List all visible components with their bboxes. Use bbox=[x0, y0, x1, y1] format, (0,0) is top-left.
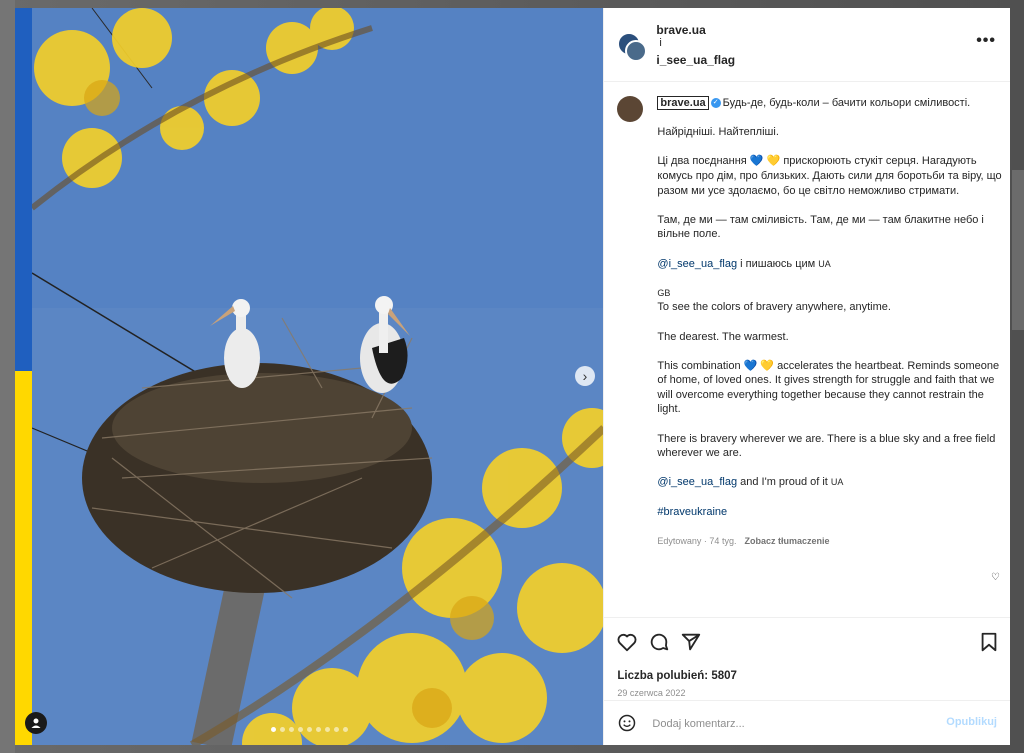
carousel-dot bbox=[289, 727, 294, 732]
share-icon[interactable] bbox=[680, 631, 702, 653]
likes-count[interactable]: Liczba polubień: 5807 bbox=[617, 670, 997, 682]
heart-emojis: 💙 💛 bbox=[749, 155, 781, 168]
caption-paragraph: Найрідніші. Найтепліші. bbox=[657, 126, 779, 139]
caption-paragraph: There is bravery wherever we are. There … bbox=[657, 432, 996, 460]
more-horizontal-icon[interactable]: ••• bbox=[976, 32, 996, 50]
post-header: brave.ua i i_see_ua_flag ••• bbox=[604, 8, 1010, 82]
carousel-dot bbox=[280, 727, 285, 732]
carousel-dot bbox=[343, 727, 348, 732]
post-photo[interactable]: › bbox=[15, 8, 604, 745]
caption-text: This combination bbox=[657, 359, 741, 372]
like-comment-icon[interactable]: ♡ bbox=[991, 572, 1000, 583]
caption-paragraph: Там, де ми — там сміливість. Там, де ми … bbox=[657, 213, 984, 241]
comment-icon[interactable] bbox=[648, 631, 670, 653]
caption-line: Будь-де, будь-коли – бачити кольори сміл… bbox=[722, 97, 971, 109]
caption-text: і пишаюсь цим bbox=[740, 257, 816, 270]
carousel-dot bbox=[298, 727, 303, 732]
carousel-dots bbox=[271, 727, 348, 732]
emoji-icon[interactable] bbox=[617, 713, 637, 733]
flag-yellow bbox=[15, 371, 32, 745]
post-date: 29 czerwca 2022 bbox=[617, 688, 686, 698]
hashtag-link[interactable]: #braveukraine bbox=[657, 506, 727, 518]
comment-input[interactable] bbox=[650, 712, 935, 736]
carousel-dot bbox=[334, 727, 339, 732]
flag-gb-label: GB bbox=[657, 287, 671, 298]
caption-text: Ці два поєднання bbox=[657, 155, 747, 168]
like-heart-icon[interactable] bbox=[616, 631, 638, 653]
flag-ua-label: UA bbox=[830, 477, 844, 488]
account-name[interactable]: brave.ua bbox=[656, 23, 705, 37]
mention-link[interactable]: @i_see_ua_flag bbox=[657, 476, 737, 488]
likes-section: Liczba polubień: 5807 29 czerwca 2022 bbox=[604, 670, 1010, 700]
flag-blue bbox=[15, 8, 32, 371]
caption: brave.ua ✓ Будь-де, будь-коли – бачити кол… bbox=[657, 96, 1002, 548]
post-modal: › brave.ua i i_see_ua_flag ••• brave.ua … bbox=[15, 8, 1010, 745]
mention-link[interactable]: @i_see_ua_flag bbox=[657, 258, 737, 270]
account-name[interactable]: i_see_ua_flag bbox=[656, 53, 735, 67]
background-tile bbox=[1012, 170, 1024, 330]
next-image-button[interactable]: › bbox=[575, 366, 595, 386]
caption-text: and I'm proud of it bbox=[740, 476, 828, 489]
caption-paragraph: The dearest. The warmest. bbox=[657, 330, 789, 343]
carousel-dot bbox=[316, 727, 321, 732]
heart-emojis: 💙 💛 bbox=[743, 359, 775, 372]
avatar[interactable] bbox=[625, 40, 648, 62]
caption-username[interactable]: brave.ua bbox=[657, 96, 709, 110]
storks-nest-image bbox=[32, 8, 604, 745]
avatar[interactable] bbox=[617, 96, 644, 122]
translate-link[interactable]: Zobacz tłumaczenie bbox=[744, 536, 829, 546]
publish-button[interactable]: Opublikuj bbox=[946, 716, 997, 728]
caption-meta: Edytowany · 74 tyg. Zobacz tłumaczenie bbox=[657, 534, 1002, 549]
save-bookmark-icon[interactable] bbox=[978, 631, 1000, 653]
carousel-dot bbox=[307, 727, 312, 732]
caption-paragraph: To see the colors of bravery anywhere, a… bbox=[657, 301, 891, 314]
edited-time: Edytowany · 74 tyg. bbox=[657, 535, 737, 546]
background-tile bbox=[0, 0, 15, 753]
flag-ua-label: UA bbox=[818, 258, 831, 269]
collab-joiner: i bbox=[659, 37, 662, 49]
carousel-dot bbox=[325, 727, 330, 732]
carousel-dot bbox=[271, 727, 276, 732]
post-side-panel: brave.ua i i_see_ua_flag ••• brave.ua ✓ Бу… bbox=[603, 8, 1010, 745]
comments-area: brave.ua ✓ Будь-де, будь-коли – бачити кол… bbox=[604, 82, 1010, 617]
tagged-users-button[interactable] bbox=[25, 712, 47, 734]
user-icon bbox=[31, 718, 41, 728]
verified-badge-icon: ✓ bbox=[710, 98, 721, 109]
flag-stripe bbox=[15, 8, 32, 745]
add-comment-bar: Opublikuj bbox=[604, 700, 1010, 745]
post-actions bbox=[604, 617, 1010, 670]
